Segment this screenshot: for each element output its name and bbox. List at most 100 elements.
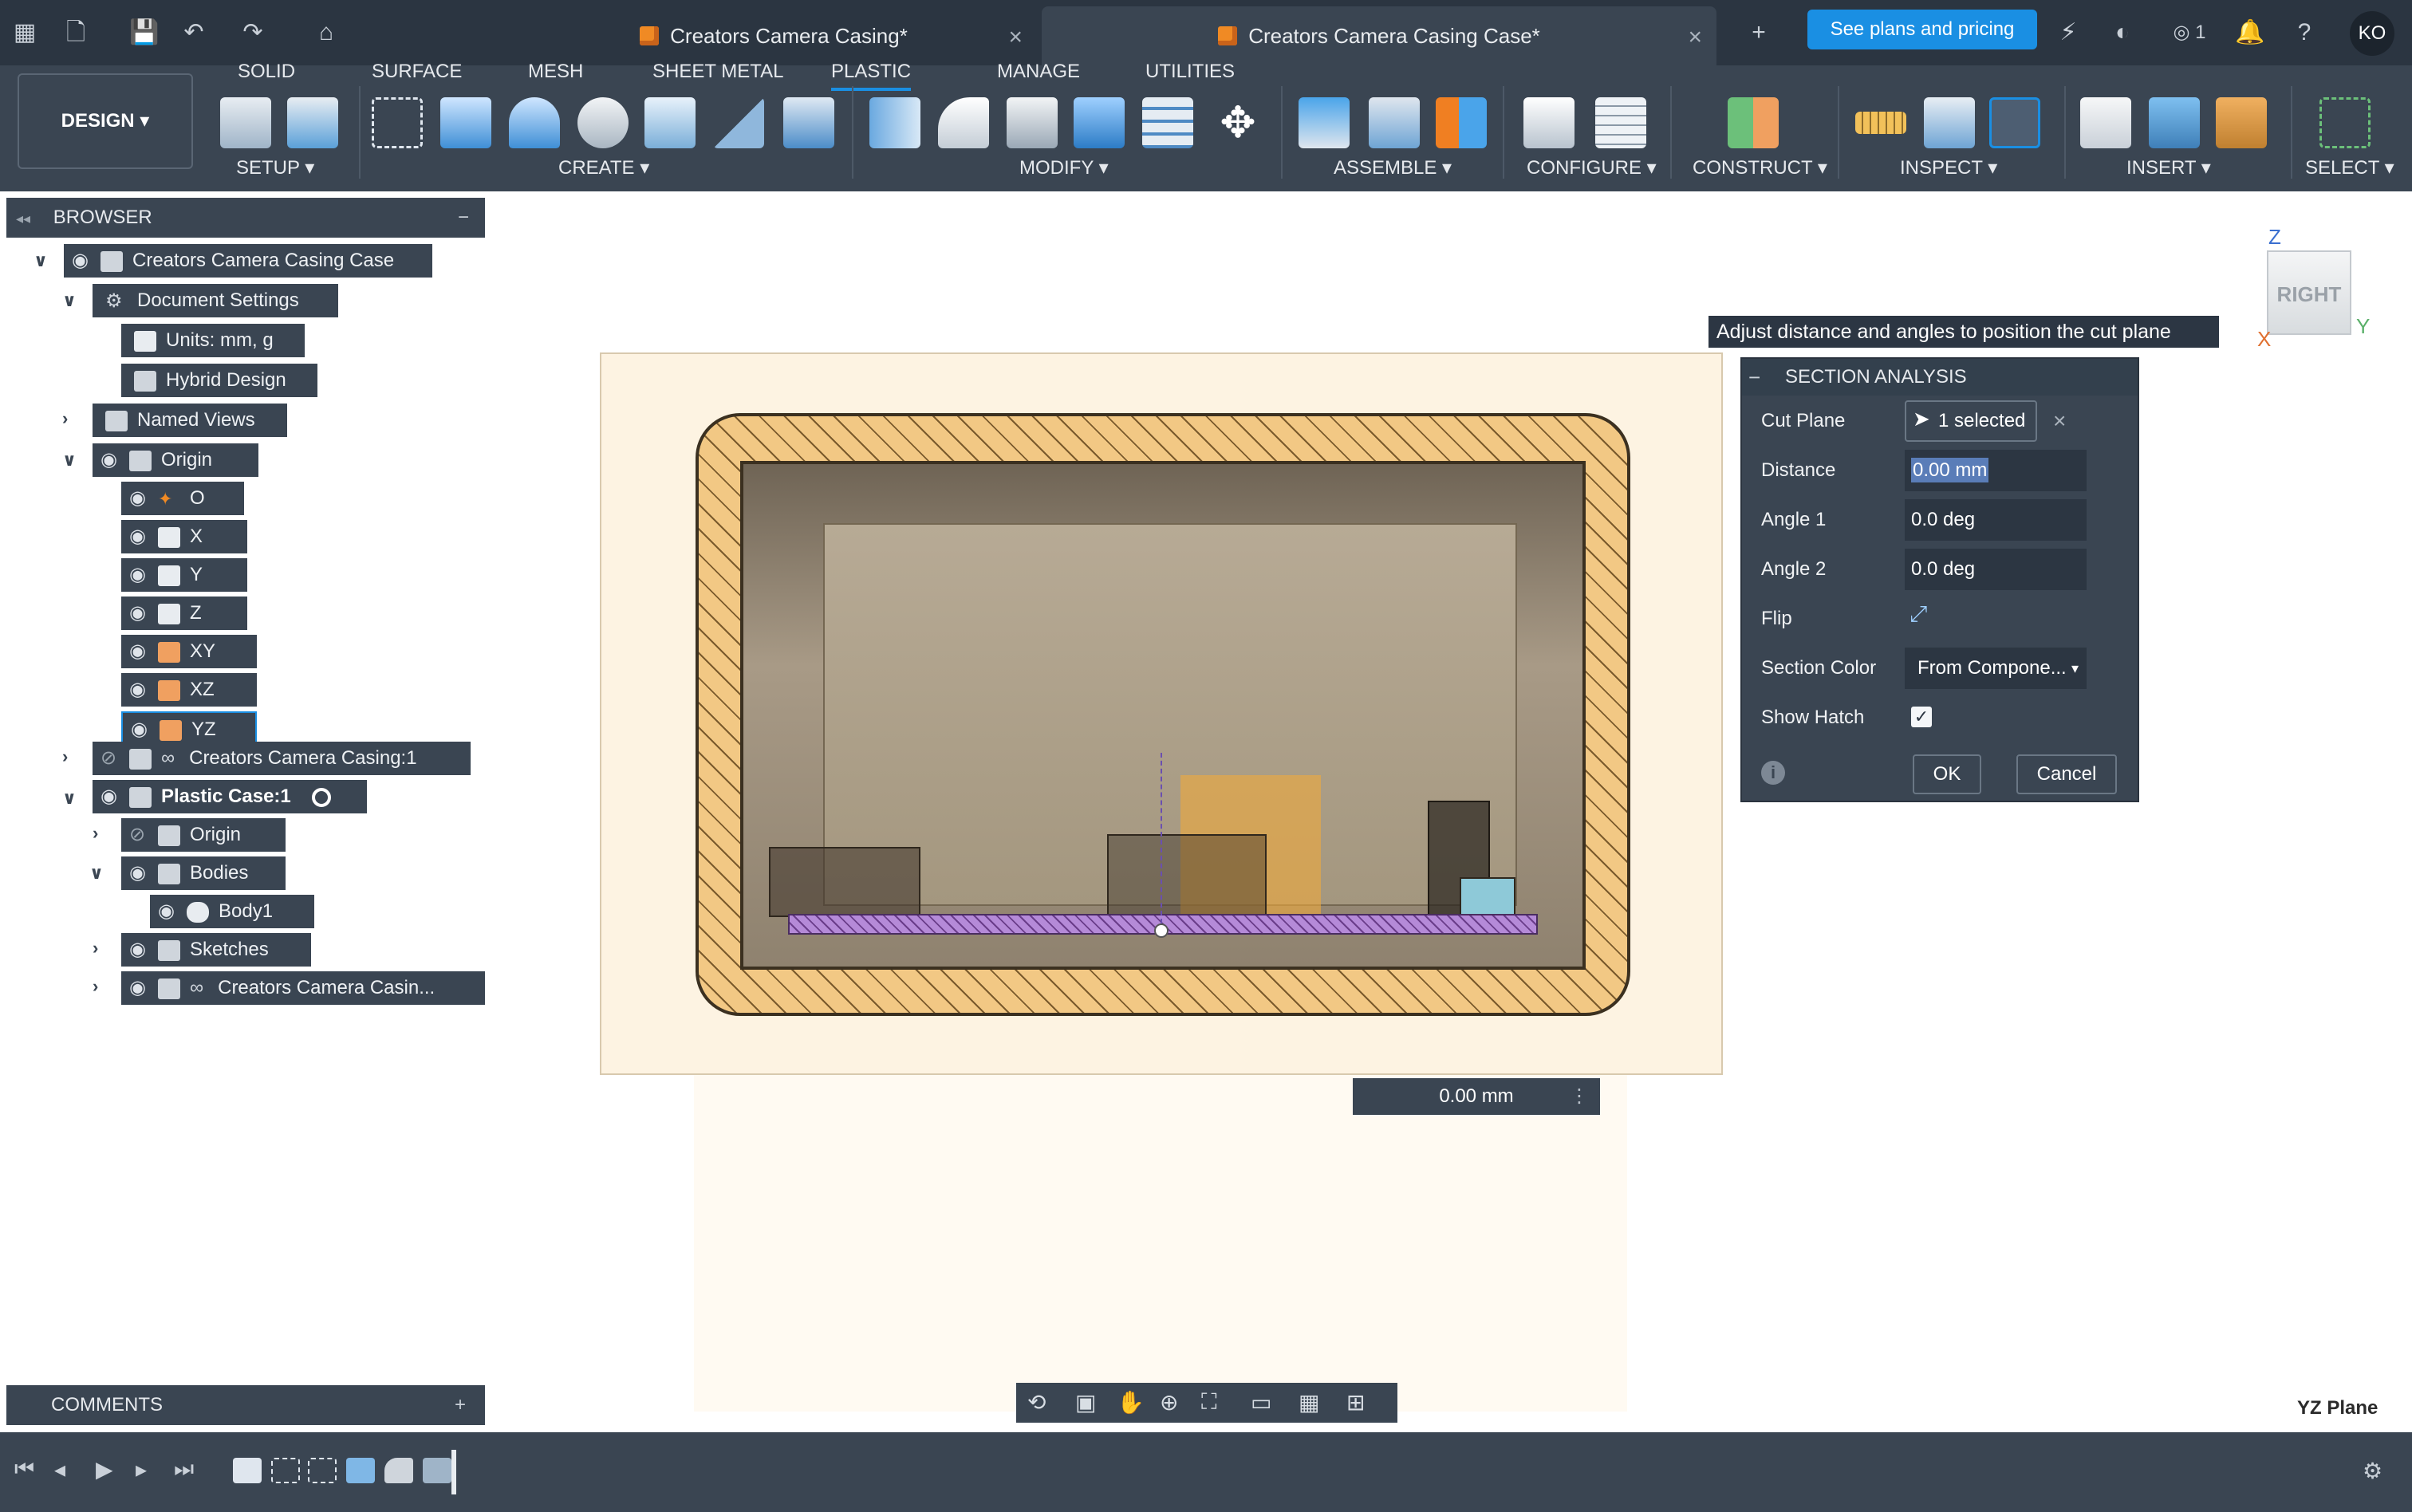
tree-item-named-views[interactable]: Named Views — [93, 404, 287, 437]
visibility-eye-icon[interactable]: ◉ — [129, 520, 153, 553]
visibility-eye-icon[interactable]: ◉ — [129, 673, 153, 707]
visibility-eye-icon[interactable]: ◉ — [158, 895, 182, 928]
visibility-eye-icon[interactable]: ◉ — [129, 635, 153, 668]
info-icon[interactable]: i — [1761, 761, 1785, 785]
collapse-panel-icon[interactable]: ◂◂ — [16, 211, 30, 226]
viewcube[interactable]: RIGHT — [2267, 250, 2351, 335]
as-built-joint-icon[interactable] — [1436, 97, 1487, 148]
tab-camera-casing-case[interactable]: Creators Camera Casing Case* × — [1042, 6, 1716, 65]
tree-item-yz-plane[interactable]: ◉ YZ — [121, 711, 257, 745]
split-body-icon[interactable] — [1142, 97, 1193, 148]
interference-icon[interactable] — [1924, 97, 1975, 148]
display-settings-icon[interactable]: ▭ — [1251, 1389, 1271, 1416]
plans-pricing-button[interactable]: See plans and pricing — [1807, 10, 2037, 49]
clear-selection-icon[interactable]: × — [2053, 408, 2066, 434]
configure-menu[interactable]: CONFIGURE ▾ — [1527, 156, 1657, 179]
flip-icon[interactable]: ⤢ — [1910, 601, 1927, 628]
job-status-icon[interactable]: ◎ 1 — [2162, 16, 2217, 49]
look-at-icon[interactable]: ▣ — [1075, 1389, 1096, 1416]
chevron-down-icon[interactable]: ∨ — [62, 450, 77, 471]
workspace-switcher-button[interactable]: DESIGN ▾ — [18, 73, 193, 169]
new-component-icon[interactable] — [1299, 97, 1350, 148]
pan-icon[interactable]: ✋ — [1117, 1389, 1145, 1416]
chevron-right-icon[interactable]: › — [93, 938, 98, 959]
lip-groove-icon[interactable] — [869, 97, 920, 148]
tab-surface[interactable]: SURFACE — [372, 61, 462, 83]
tree-item-linked-component[interactable]: ⊘ ∞ Creators Camera Casing:1 — [93, 742, 471, 775]
app-grid-icon[interactable]: ▦ — [8, 16, 41, 49]
avatar[interactable]: KO — [2350, 11, 2394, 56]
timeline-feature-icon[interactable] — [233, 1458, 262, 1483]
close-tab-icon[interactable]: × — [1008, 24, 1023, 51]
configure-icon[interactable] — [1523, 97, 1574, 148]
inspect-menu[interactable]: INSPECT ▾ — [1900, 156, 1997, 179]
file-icon[interactable]: 🗋 — [59, 16, 93, 49]
viewports-icon[interactable]: ⊞ — [1346, 1389, 1365, 1416]
insert-canvas-icon[interactable] — [2149, 97, 2200, 148]
board-component[interactable] — [769, 847, 920, 917]
visibility-eye-icon[interactable]: ◉ — [129, 597, 153, 630]
tree-item-origin-point[interactable]: ◉ ✦ O — [121, 482, 244, 515]
fit-icon[interactable]: ⛶ — [1201, 1389, 1217, 1416]
snap-fit-icon[interactable] — [783, 97, 834, 148]
tree-item-sketches[interactable]: ◉ Sketches — [121, 933, 311, 967]
timeline-prev-icon[interactable]: ◂ — [54, 1456, 65, 1482]
tree-item-bodies[interactable]: ◉ Bodies — [121, 856, 286, 890]
visibility-eye-icon[interactable]: ◉ — [129, 933, 153, 967]
create-menu[interactable]: CREATE ▾ — [558, 156, 649, 179]
hole-icon[interactable] — [577, 97, 629, 148]
insert-menu[interactable]: INSERT ▾ — [2126, 156, 2211, 179]
show-hatch-checkbox[interactable]: ✓ — [1911, 707, 1932, 727]
collapse-icon[interactable]: − — [1748, 365, 1760, 390]
tree-item-xz-plane[interactable]: ◉ XZ — [121, 673, 257, 707]
tab-utilities[interactable]: UTILITIES — [1145, 61, 1235, 83]
web-icon[interactable] — [644, 97, 696, 148]
tree-item-units[interactable]: Units: mm, g — [121, 324, 305, 357]
tree-item-plastic-case[interactable]: ◉ Plastic Case:1 — [93, 780, 367, 813]
timeline-fillet-icon[interactable] — [384, 1458, 413, 1483]
insert-derive-icon[interactable] — [2080, 97, 2131, 148]
joint-icon[interactable] — [1369, 97, 1420, 148]
tab-plastic[interactable]: PLASTIC — [831, 61, 911, 91]
tab-camera-casing[interactable]: Creators Camera Casing* × — [510, 6, 1037, 65]
chevron-right-icon[interactable]: › — [93, 823, 98, 844]
timeline-extrude-icon[interactable] — [346, 1458, 375, 1483]
tree-root-document[interactable]: ◉ Creators Camera Casing Case — [64, 244, 432, 278]
modify-menu[interactable]: MODIFY ▾ — [1019, 156, 1109, 179]
section-color-dropdown[interactable]: From Compone... ▾ — [1905, 648, 2087, 689]
dialog-header[interactable]: SECTION ANALYSIS — [1742, 359, 2138, 396]
chevron-down-icon[interactable]: ∨ — [62, 788, 77, 809]
angle1-field[interactable]: 0.0 deg — [1905, 499, 2087, 541]
setup-menu[interactable]: SETUP ▾ — [236, 156, 314, 179]
assemble-menu[interactable]: ASSEMBLE ▾ — [1334, 156, 1452, 179]
tab-sheet-metal[interactable]: SHEET METAL — [652, 61, 783, 83]
select-menu[interactable]: SELECT ▾ — [2305, 156, 2394, 179]
timeline-shell-icon[interactable] — [423, 1458, 451, 1483]
grid-settings-icon[interactable]: ▦ — [1299, 1389, 1319, 1416]
tree-item-case-origin[interactable]: ⊘ Origin — [121, 818, 286, 852]
timeline-first-icon[interactable]: ⏮ — [14, 1456, 34, 1482]
chevron-right-icon[interactable]: › — [62, 408, 68, 429]
tree-item-z-axis[interactable]: ◉ Z — [121, 597, 247, 630]
tab-manage[interactable]: MANAGE — [997, 61, 1080, 83]
tree-item-linked-casing[interactable]: ◉ ∞ Creators Camera Casin... — [121, 971, 485, 1005]
rib-icon[interactable] — [713, 97, 764, 148]
orbit-icon[interactable]: ⟲ — [1027, 1389, 1046, 1416]
timeline-next-icon[interactable]: ▸ — [136, 1456, 147, 1482]
board-component[interactable] — [1460, 877, 1515, 915]
new-tab-icon[interactable]: + — [1742, 16, 1776, 49]
tree-item-design-type[interactable]: Hybrid Design — [121, 364, 317, 397]
comments-header[interactable]: COMMENTS + — [6, 1385, 485, 1425]
timeline-last-icon[interactable]: ⏭ — [174, 1456, 194, 1482]
cancel-button[interactable]: Cancel — [2016, 754, 2117, 794]
offset-plane-icon[interactable] — [1728, 97, 1779, 148]
visibility-eye-icon[interactable]: ◉ — [129, 558, 153, 592]
tree-item-origin[interactable]: ◉ Origin — [93, 443, 258, 477]
close-tab-icon[interactable]: × — [1688, 24, 1702, 51]
chevron-right-icon[interactable]: › — [93, 976, 98, 997]
visibility-eye-icon[interactable]: ◉ — [129, 482, 153, 515]
extrude-icon[interactable] — [440, 97, 491, 148]
tree-item-body1[interactable]: ◉ Body1 — [150, 895, 314, 928]
add-comment-icon[interactable]: + — [455, 1385, 466, 1425]
section-manipulator-handle[interactable] — [1154, 923, 1169, 938]
